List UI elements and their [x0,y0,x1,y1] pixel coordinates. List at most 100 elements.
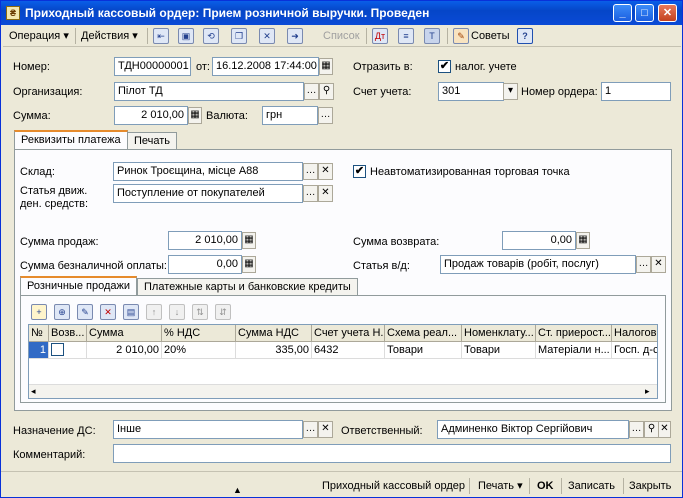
calculator-icon[interactable]: ▦ [242,256,256,273]
calculator-icon[interactable]: ▦ [576,232,590,249]
save-button[interactable]: Записать [568,477,615,495]
table-cell[interactable]: Товари [462,342,536,359]
cashflow-field[interactable]: Поступление от покупателей [113,184,303,203]
calculator-icon[interactable]: ▦ [242,232,256,249]
currency-field[interactable]: грн [262,106,318,125]
copy-row-icon[interactable]: ⊕ [54,304,70,320]
responsible-select-button[interactable]: … [629,421,644,438]
move-down-icon[interactable]: ↓ [169,304,185,320]
horizontal-scrollbar[interactable]: ◂ ▸ [29,384,657,398]
income-item-field[interactable]: Продаж товарів (робіт, послуг) [440,255,636,274]
clear-icon[interactable]: ✕ [318,163,333,180]
tab-payment-cards[interactable]: Платежные карты и банковские кредиты [137,278,358,296]
operation-menu[interactable]: Операция ▾ [9,27,69,45]
cashless-sum-field[interactable]: 0,00 [168,255,242,274]
refresh-icon[interactable]: ⟲ [203,28,219,44]
table-cell[interactable]: 2 010,00 [87,342,162,359]
warehouse-field[interactable]: Ринок Троєщина, місце А88 [113,162,303,181]
order-number-field[interactable]: 1 [601,82,671,101]
clear-icon[interactable]: ✕ [318,421,333,438]
close-window-button[interactable]: ✕ [658,4,677,22]
return-sum-field[interactable]: 0,00 [502,231,576,250]
clear-icon[interactable]: ✕ [658,421,671,438]
calendar-icon[interactable]: ▦ [319,58,333,75]
minimize-button[interactable]: _ [613,4,632,22]
table-cell[interactable]: Госп. д-сть [612,342,657,359]
number-field[interactable]: ТДН00000001 [114,57,191,76]
table-cell[interactable]: 335,00 [236,342,312,359]
resize-grip-icon[interactable]: ▲ [233,485,242,495]
purpose-field[interactable]: Інше [113,420,303,439]
return-checkbox[interactable] [51,343,64,356]
ok-button[interactable]: OK [537,477,554,495]
move-up-icon[interactable]: ↑ [146,304,162,320]
column-header[interactable]: Возв... [49,325,87,342]
income-item-select-button[interactable]: … [636,256,651,273]
table-cell[interactable]: 20% [162,342,236,359]
delete-row-icon[interactable]: ✕ [100,304,116,320]
title-bar[interactable]: ₴ Приходный кассовый ордер: Прием рознич… [1,1,682,25]
sort-descending-icon[interactable]: ⇵ [215,304,231,320]
organization-select-button[interactable]: … [304,83,319,100]
sales-sum-field[interactable]: 2 010,00 [168,231,242,250]
column-header[interactable]: Счет учета Н... [312,325,385,342]
column-header[interactable]: Схема реал... [385,325,462,342]
table-cell[interactable] [49,342,87,359]
clear-icon[interactable]: ✕ [651,256,666,273]
sum-field[interactable]: 2 010,00 [114,106,188,125]
print-document-button[interactable]: Приходный кассовый ордер [322,477,465,495]
maximize-button[interactable]: □ [635,4,654,22]
unpost-document-icon[interactable]: ▣ [178,28,194,44]
dt-kt-entries-icon[interactable]: Дт [372,28,388,44]
structure-icon[interactable]: ≡ [398,28,414,44]
print-menu[interactable]: Печать ▾ [478,477,523,495]
tab-retail-sales[interactable]: Розничные продажи [20,276,137,296]
tab-payment-details[interactable]: Реквизиты платежа [14,130,128,150]
add-row-icon[interactable]: + [31,304,47,320]
search-icon[interactable]: ⚲ [644,421,659,438]
column-header[interactable]: Ст. приерост... [536,325,612,342]
organization-field[interactable]: Пілот ТД [114,82,304,101]
tax-accounting-checkbox[interactable]: ✔ [438,60,451,73]
clear-icon[interactable]: ✕ [318,185,333,202]
based-on-icon[interactable]: ➜ [287,28,303,44]
edit-row-icon[interactable]: ✎ [77,304,93,320]
tab-print[interactable]: Печать [127,132,178,150]
purpose-select-button[interactable]: … [303,421,318,438]
close-button[interactable]: Закрыть [629,477,671,495]
help-icon[interactable]: ? [517,28,533,44]
column-header[interactable]: Сумма [87,325,162,342]
column-header[interactable]: % НДС [162,325,236,342]
table-cell[interactable]: Матеріали н... [536,342,612,359]
window-title: Приходный кассовый ордер: Прием рознично… [25,6,430,20]
end-edit-icon[interactable]: ▤ [123,304,139,320]
table-cell[interactable]: 6432 [312,342,385,359]
column-header[interactable]: Сумма НДС [236,325,312,342]
calculator-icon[interactable]: ▦ [188,107,202,124]
list-button[interactable]: Список [323,27,360,45]
comment-field[interactable] [113,444,671,463]
text-mode-icon[interactable]: T [424,28,440,44]
actions-menu[interactable]: Действия ▾ [81,27,138,45]
non-auto-point-checkbox[interactable]: ✔ [353,165,366,178]
warehouse-select-button[interactable]: … [303,163,318,180]
delete-mark-icon[interactable]: ✕ [259,28,275,44]
chevron-down-icon[interactable]: ▾ [503,83,518,100]
post-document-icon[interactable]: ⇤ [153,28,169,44]
search-icon[interactable]: ⚲ [319,83,334,100]
responsible-field[interactable]: Админенко Віктор Сергійович [437,420,629,439]
account-field[interactable]: 301 [438,82,504,101]
column-header[interactable]: № [29,325,49,342]
tips-button[interactable]: Советы [471,27,509,45]
date-field[interactable]: 16.12.2008 17:44:00 [212,57,319,76]
column-header[interactable]: Налогов [612,325,657,342]
currency-select-button[interactable]: … [318,107,333,124]
sort-ascending-icon[interactable]: ⇅ [192,304,208,320]
column-header[interactable]: Номенклату... [462,325,536,342]
scroll-left-icon[interactable]: ◂ [31,386,36,397]
table-cell[interactable]: Товари [385,342,462,359]
cashflow-select-button[interactable]: … [303,185,318,202]
table-cell[interactable]: 1 [29,342,49,359]
scroll-right-icon[interactable]: ▸ [645,386,650,397]
copy-document-icon[interactable]: ❐ [231,28,247,44]
